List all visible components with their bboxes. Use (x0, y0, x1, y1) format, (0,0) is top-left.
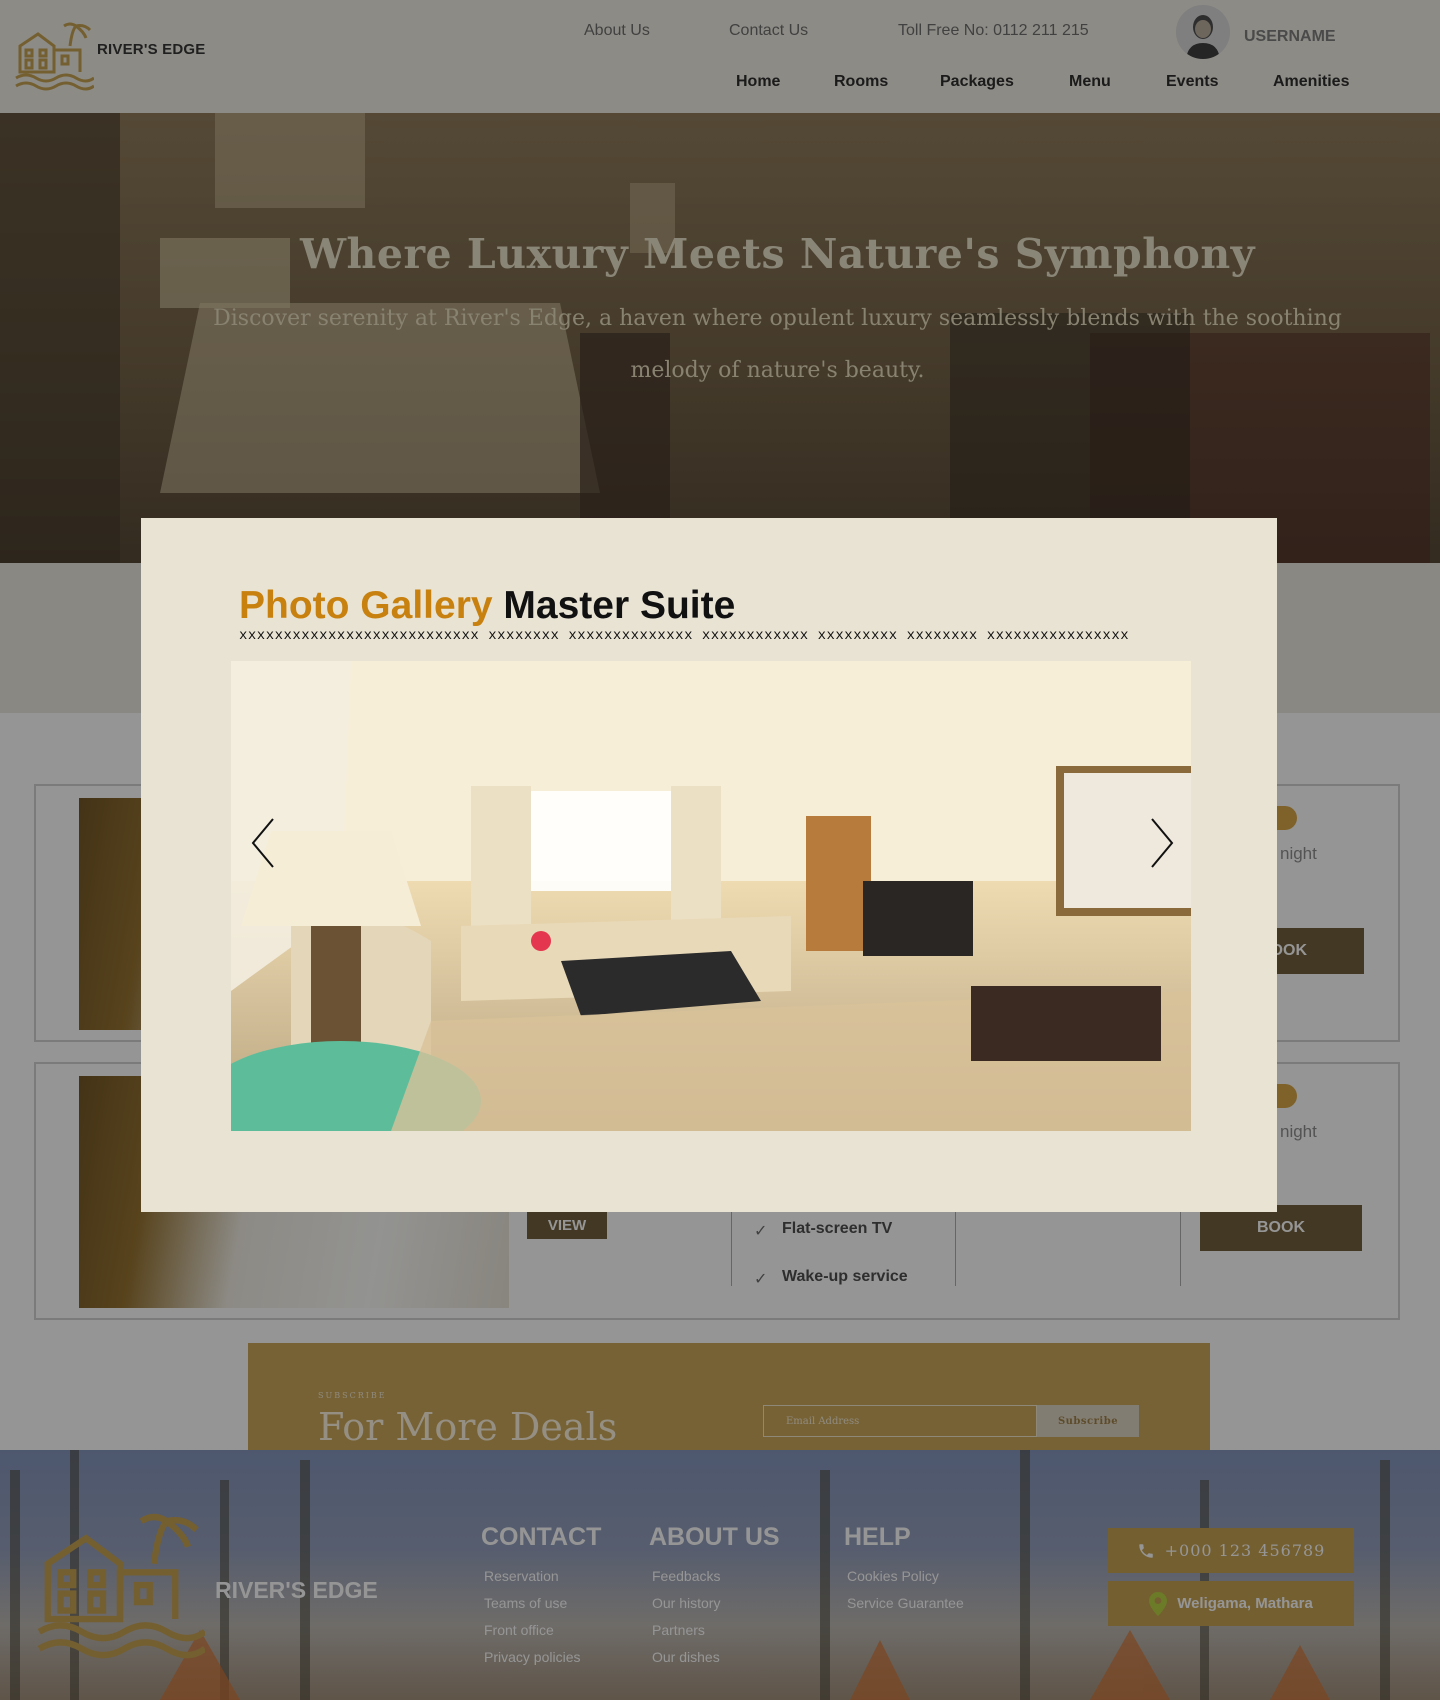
living-room-photo (231, 661, 1191, 1131)
chevron-right-icon[interactable] (1142, 813, 1182, 873)
modal-title-room: Master Suite (503, 584, 736, 627)
modal-title-highlight: Photo Gallery (239, 584, 493, 627)
modal-subtitle: xxxxxxxxxxxxxxxxxxxxxxxxxxx xxxxxxxx xxx… (239, 628, 1130, 644)
gallery-photo (231, 661, 1191, 1131)
modal-title: Photo Gallery Master Suite (239, 584, 735, 628)
chevron-left-icon[interactable] (243, 813, 283, 873)
